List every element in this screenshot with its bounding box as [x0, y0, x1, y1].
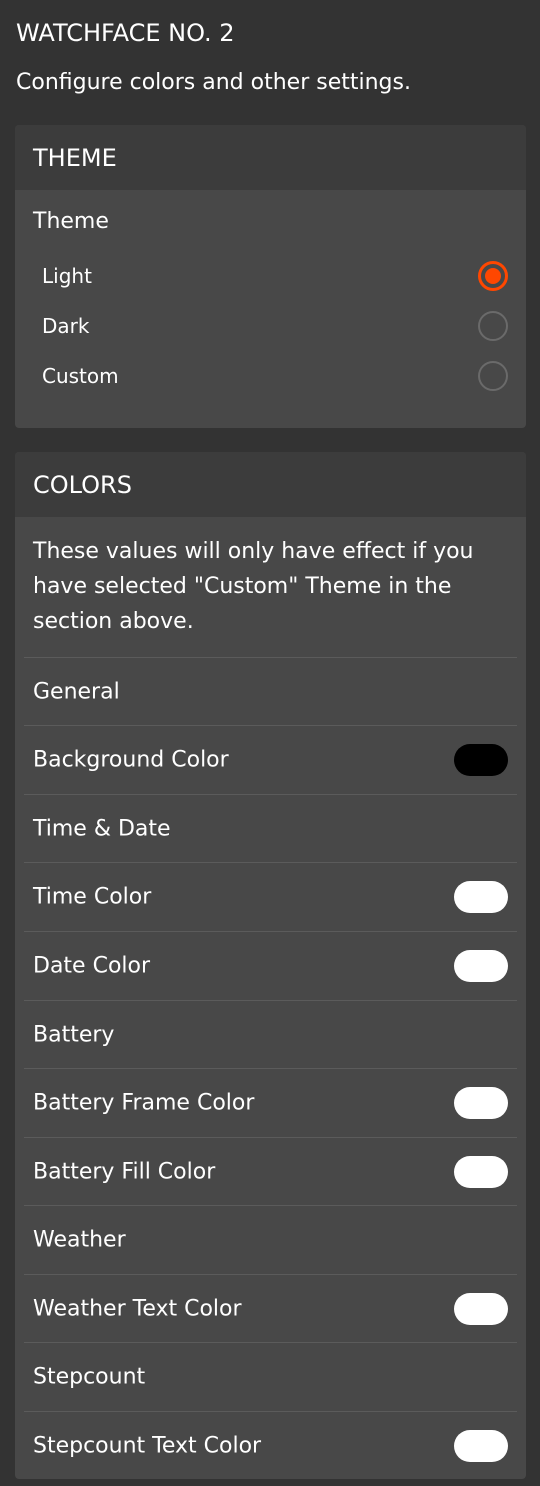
row-label: Time Color — [33, 884, 152, 909]
date-color-row[interactable]: Date Color — [24, 931, 517, 999]
row-label: Weather — [33, 1227, 126, 1252]
weather-text-color-swatch[interactable] — [454, 1292, 508, 1325]
theme-option-label: Light — [42, 264, 92, 288]
row-label: Stepcount Text Color — [33, 1433, 262, 1458]
theme-option-label: Custom — [42, 364, 119, 388]
time-color-row[interactable]: Time Color — [24, 862, 517, 930]
row-label: Battery — [33, 1022, 115, 1047]
time-color-swatch[interactable] — [454, 880, 508, 913]
group-heading-battery: Battery — [24, 1000, 517, 1068]
row-label: Weather Text Color — [33, 1296, 242, 1321]
row-label: Stepcount — [33, 1364, 146, 1389]
radio-button-custom[interactable] — [478, 361, 508, 391]
battery-fill-color-row[interactable]: Battery Fill Color — [24, 1137, 517, 1205]
row-label: Background Color — [33, 747, 229, 772]
background-color-row[interactable]: Background Color — [24, 725, 517, 793]
colors-section-description: These values will only have effect if yo… — [33, 539, 474, 634]
radio-button-dark[interactable] — [478, 311, 508, 341]
theme-option-label: Dark — [42, 314, 90, 338]
row-label: Battery Fill Color — [33, 1159, 216, 1184]
stepcount-text-color-row[interactable]: Stepcount Text Color — [24, 1411, 517, 1479]
colors-section-header: COLORS — [15, 452, 526, 517]
theme-option-dark[interactable]: Dark — [15, 301, 526, 351]
page-subtitle: Configure colors and other settings. — [16, 70, 411, 95]
settings-page: WATCHFACE NO. 2 Configure colors and oth… — [0, 0, 540, 1486]
weather-text-color-row[interactable]: Weather Text Color — [24, 1274, 517, 1342]
battery-frame-color-row[interactable]: Battery Frame Color — [24, 1068, 517, 1136]
battery-frame-color-swatch[interactable] — [454, 1086, 508, 1119]
group-heading-general: General — [24, 657, 517, 725]
stepcount-text-color-swatch[interactable] — [454, 1429, 508, 1462]
theme-option-light[interactable]: Light — [15, 251, 526, 301]
row-label: Date Color — [33, 953, 151, 978]
theme-field-label: Theme — [33, 209, 109, 234]
date-color-swatch[interactable] — [454, 949, 508, 982]
theme-section: THEME Theme Light Dark Custom — [15, 125, 526, 428]
row-label: Battery Frame Color — [33, 1090, 255, 1115]
group-heading-time-date: Time & Date — [24, 794, 517, 862]
theme-option-custom[interactable]: Custom — [15, 351, 526, 401]
radio-button-light[interactable] — [478, 261, 508, 291]
group-heading-weather: Weather — [24, 1205, 517, 1273]
group-heading-stepcount: Stepcount — [24, 1342, 517, 1410]
battery-fill-color-swatch[interactable] — [454, 1155, 508, 1188]
row-label: General — [33, 679, 120, 704]
colors-section: COLORS These values will only have effec… — [15, 452, 526, 1479]
row-label: Time & Date — [33, 816, 171, 841]
page-title: WATCHFACE NO. 2 — [16, 19, 235, 47]
background-color-swatch[interactable] — [454, 743, 508, 776]
theme-section-header: THEME — [15, 125, 526, 190]
